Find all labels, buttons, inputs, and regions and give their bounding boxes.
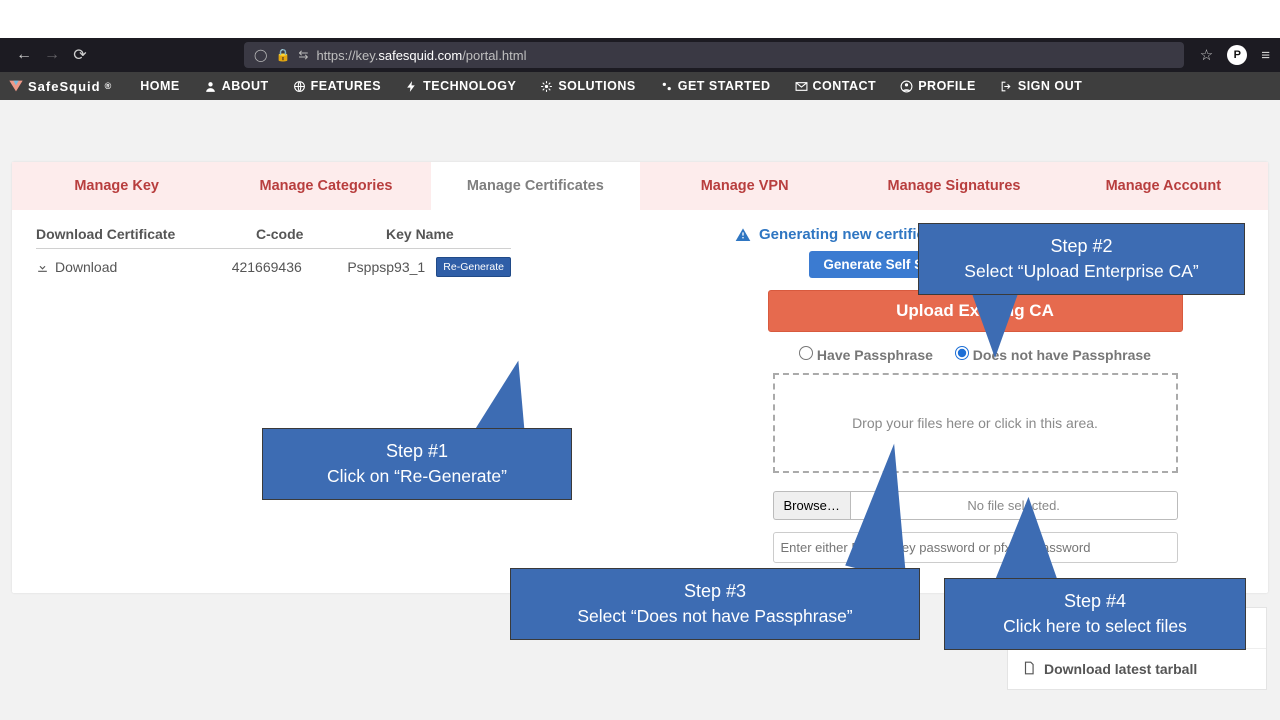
url-suffix: /portal.html (462, 48, 526, 63)
file-icon (1022, 661, 1036, 675)
tab-manage-categories[interactable]: Manage Categories (221, 162, 430, 210)
regenerate-button[interactable]: Re-Generate (436, 257, 511, 277)
site-navbar: SafeSquid® HOME ABOUT FEATURES TECHNOLOG… (0, 72, 1280, 100)
th-keyname: Key Name (386, 226, 516, 242)
person-icon (204, 80, 217, 93)
browse-button[interactable]: Browse… (773, 491, 850, 520)
shield-icon: ◯ (254, 48, 267, 62)
menu-icon[interactable]: ≡ (1261, 47, 1270, 64)
mail-icon (795, 80, 808, 93)
nav-solutions[interactable]: SOLUTIONS (528, 79, 647, 93)
callout-step-3: Step #3Select “Does not have Passphrase” (510, 568, 920, 640)
tab-manage-signatures[interactable]: Manage Signatures (849, 162, 1058, 210)
globe-icon (293, 80, 306, 93)
nav-home[interactable]: HOME (128, 79, 192, 93)
brand-logo[interactable]: SafeSquid® (8, 78, 112, 94)
bolt-icon (405, 80, 418, 93)
nav-get-started[interactable]: GET STARTED (648, 79, 783, 93)
lock-icon: 🔒 (275, 48, 290, 62)
url-host: safesquid.com (378, 48, 462, 63)
callout-2-pointer (970, 288, 1020, 358)
cogs-icon (660, 80, 673, 93)
alert-icon (735, 227, 751, 243)
table-row: Download 421669436 Psppsp93_1 Re-Generat… (36, 248, 511, 285)
url-prefix: https://key. (316, 48, 378, 63)
nav-features[interactable]: FEATURES (281, 79, 393, 93)
profile-avatar[interactable]: P (1227, 45, 1247, 65)
callout-step-4: Step #4Click here to select files (944, 578, 1246, 650)
tab-manage-account[interactable]: Manage Account (1059, 162, 1268, 210)
back-button[interactable]: ← (10, 46, 38, 64)
nav-technology[interactable]: TECHNOLOGY (393, 79, 528, 93)
callout-step-1: Step #1Click on “Re-Generate” (262, 428, 572, 500)
radio-have-passphrase[interactable]: Have Passphrase (799, 346, 933, 363)
bookmark-icon[interactable]: ☆ (1200, 46, 1213, 64)
nav-sign-out[interactable]: SIGN OUT (988, 79, 1094, 93)
sign-out-icon (1000, 80, 1013, 93)
download-tarball-link[interactable]: Download latest tarball (1008, 648, 1266, 689)
keyname-value: Psppsp93_1 (347, 259, 436, 275)
permissions-icon: ⇆ (298, 48, 308, 62)
browser-toolbar: ← → ⟳ ◯ 🔒 ⇆ https://key.safesquid.com/po… (0, 38, 1280, 72)
download-icon (36, 261, 49, 274)
nav-contact[interactable]: CONTACT (783, 79, 889, 93)
tab-manage-certificates[interactable]: Manage Certificates (431, 162, 640, 210)
address-bar[interactable]: ◯ 🔒 ⇆ https://key.safesquid.com/portal.h… (244, 42, 1184, 68)
password-input[interactable] (773, 532, 1178, 563)
th-ccode: C-code (256, 226, 386, 242)
tab-manage-vpn[interactable]: Manage VPN (640, 162, 849, 210)
callout-step-2: Step #2Select “Upload Enterprise CA” (918, 223, 1245, 295)
nav-profile[interactable]: PROFILE (888, 79, 988, 93)
cog-icon (540, 80, 553, 93)
user-circle-icon (900, 80, 913, 93)
ccode-value: 421669436 (232, 259, 348, 275)
tab-manage-key[interactable]: Manage Key (12, 162, 221, 210)
th-download: Download Certificate (36, 226, 256, 242)
safesquid-logo-icon (8, 78, 24, 94)
nav-about[interactable]: ABOUT (192, 79, 281, 93)
file-dropzone[interactable]: Drop your files here or click in this ar… (773, 373, 1178, 473)
forward-button[interactable]: → (38, 46, 66, 64)
download-certificate-link[interactable]: Download (36, 259, 232, 275)
callout-4-pointer (984, 495, 1058, 586)
reload-button[interactable]: ⟳ (66, 45, 94, 65)
